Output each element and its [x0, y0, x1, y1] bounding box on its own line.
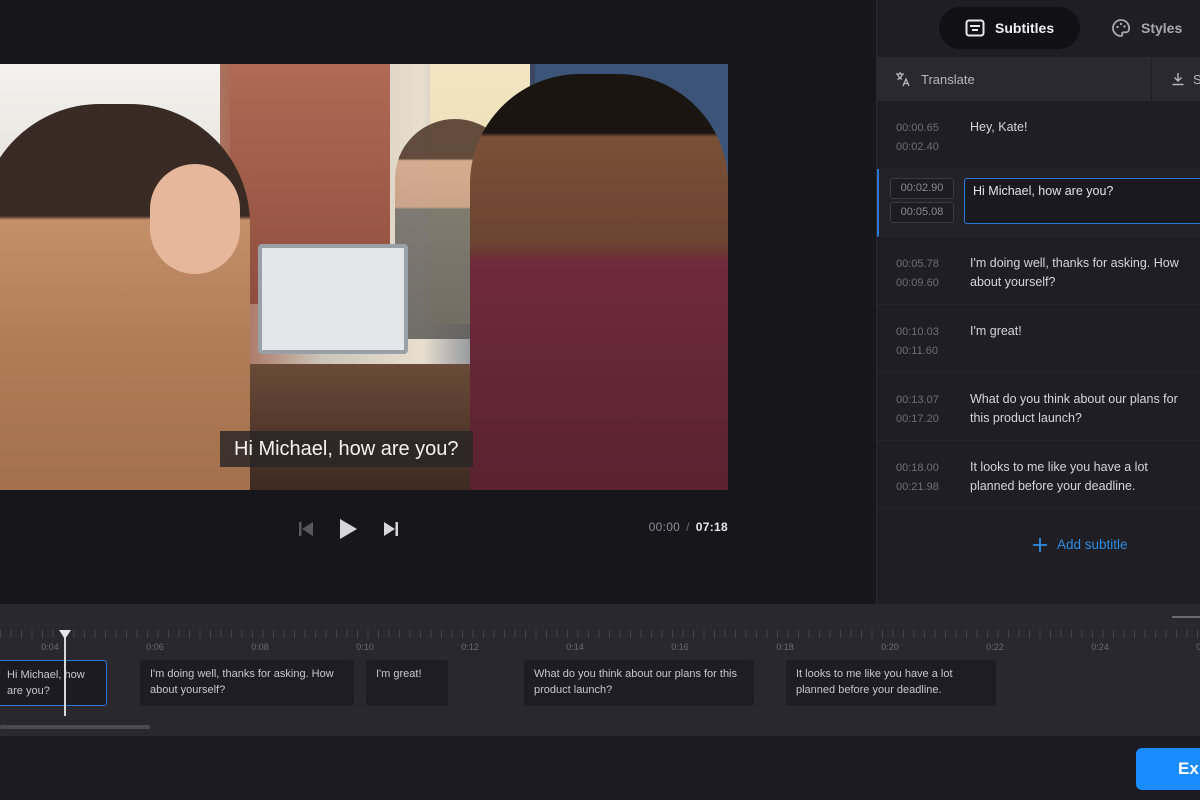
timeline-clip[interactable]: What do you think about our plans for th…	[524, 660, 754, 706]
subtitle-times: 00:02.90 00:05.08	[890, 178, 954, 226]
subtitle-times: 00:05.78 00:09.60	[896, 255, 939, 293]
add-subtitle-label: Add subtitle	[1057, 537, 1128, 552]
subtitle-text: I'm great!	[970, 324, 1022, 338]
skip-forward-icon	[384, 522, 398, 536]
subtitle-times: 00:13.07 00:17.20	[896, 391, 939, 429]
total-time: 07:18	[695, 520, 728, 534]
subtitles-icon	[965, 19, 985, 37]
video-scene-woman-face	[150, 164, 240, 274]
skip-forward-button[interactable]	[380, 518, 402, 540]
timeline-ruler[interactable]	[0, 630, 1200, 638]
subtitle-start-input[interactable]: 00:02.90	[890, 178, 954, 199]
subtitle-list: 00:00.65 00:02.40 Hey, Kate! 00:02.90 00…	[877, 101, 1200, 509]
subtitle-item[interactable]: 00:18.00 00:21.98 It looks to me like yo…	[877, 441, 1200, 509]
subtitle-end: 00:11.60	[896, 345, 939, 357]
plus-icon	[1033, 537, 1047, 552]
video-player[interactable]: Hi Michael, how are you?	[0, 64, 728, 490]
ruler-label: 0:24	[1091, 642, 1109, 652]
ruler-label: 0:14	[566, 642, 584, 652]
ruler-label: 0:22	[986, 642, 1004, 652]
ruler-label: 0:26	[1196, 642, 1200, 652]
tab-styles-label: Styles	[1141, 20, 1183, 36]
translate-button[interactable]: Translate	[895, 57, 975, 101]
timeline-clip-active[interactable]: Hi Michael, how are you?	[0, 660, 107, 706]
playhead[interactable]	[64, 632, 66, 716]
subtitle-times: 00:10.03 00:11.60	[896, 323, 939, 361]
download-button[interactable]: S	[1171, 57, 1200, 101]
caption-overlay: Hi Michael, how are you?	[220, 431, 473, 467]
time-display: 00:00 / 07:18	[649, 520, 728, 534]
panel-tabs: Subtitles Styles	[877, 0, 1200, 57]
subtitle-end: 00:09.60	[896, 277, 939, 289]
skip-back-button[interactable]	[295, 518, 317, 540]
subtitle-text-input[interactable]: Hi Michael, how are you?	[964, 178, 1200, 224]
timeline-scrollbar[interactable]	[0, 725, 150, 729]
ruler-label: 0:16	[671, 642, 689, 652]
ruler-label: 0:06	[146, 642, 164, 652]
video-area: Hi Michael, how are you? 00:00 / 07:18	[0, 0, 876, 604]
tab-subtitles-label: Subtitles	[995, 20, 1055, 36]
skip-back-icon	[299, 522, 313, 536]
subtitle-text: Hey, Kate!	[970, 120, 1028, 134]
bottom-bar: Ex	[0, 736, 1200, 800]
timeline-zoom-slider[interactable]	[1172, 616, 1200, 618]
subtitle-end: 00:17.20	[896, 413, 939, 425]
subtitle-text: It looks to me like you have a lot plann…	[970, 460, 1148, 493]
subtitle-editor: Hi Michael, how are you? 00:00 / 07:18 Sub…	[0, 0, 1200, 800]
video-scene-laptop	[258, 244, 408, 354]
subtitle-text: I'm doing well, thanks for asking. How a…	[970, 256, 1179, 289]
translate-icon	[896, 72, 910, 87]
export-button[interactable]: Ex	[1136, 748, 1200, 790]
timeline-clip[interactable]: It looks to me like you have a lot plann…	[786, 660, 996, 706]
panel-toolbar: Translate S	[877, 57, 1200, 101]
playback-controls: 00:00 / 07:18	[0, 510, 728, 546]
download-label: S	[1193, 71, 1200, 87]
play-button[interactable]	[337, 518, 359, 540]
subtitle-item-active[interactable]: 00:02.90 00:05.08 Hi Michael, how are yo…	[877, 169, 1200, 237]
subtitle-item[interactable]: 00:13.07 00:17.20 What do you think abou…	[877, 373, 1200, 441]
subtitle-item[interactable]: 00:00.65 00:02.40 Hey, Kate!	[877, 101, 1200, 169]
ruler-label: 0:10	[356, 642, 374, 652]
download-icon	[1172, 73, 1184, 86]
ruler-label: 0:04	[41, 642, 59, 652]
subtitle-start: 00:18.00	[896, 462, 939, 474]
subtitle-start: 00:05.78	[896, 258, 939, 270]
palette-icon	[1112, 19, 1130, 37]
ruler-label: 0:08	[251, 642, 269, 652]
ruler-label: 0:20	[881, 642, 899, 652]
ruler-label: 0:12	[461, 642, 479, 652]
subtitle-end: 00:21.98	[896, 481, 939, 493]
video-scene-man	[470, 74, 728, 490]
tab-styles[interactable]: Styles	[1099, 7, 1194, 49]
timeline-clip[interactable]: I'm doing well, thanks for asking. How a…	[140, 660, 354, 706]
subtitle-end: 00:02.40	[896, 141, 939, 153]
subtitle-text: What do you think about our plans for th…	[970, 392, 1178, 425]
subtitle-item[interactable]: 00:10.03 00:11.60 I'm great!	[877, 305, 1200, 373]
subtitle-times: 00:00.65 00:02.40	[896, 119, 939, 157]
timeline[interactable]: 0:04 0:06 0:08 0:10 0:12 0:14 0:16 0:18 …	[0, 604, 1200, 736]
time-separator: /	[686, 520, 690, 534]
subtitle-start: 00:13.07	[896, 394, 939, 406]
subtitle-times: 00:18.00 00:21.98	[896, 459, 939, 497]
playhead-handle[interactable]	[59, 630, 71, 639]
subtitle-start: 00:00.65	[896, 122, 939, 134]
subtitle-end-input[interactable]: 00:05.08	[890, 202, 954, 223]
tab-subtitles[interactable]: Subtitles	[939, 7, 1081, 49]
ruler-label: 0:18	[776, 642, 794, 652]
play-icon	[340, 519, 357, 539]
video-scene-woman	[0, 104, 250, 490]
subtitle-item[interactable]: 00:05.78 00:09.60 I'm doing well, thanks…	[877, 237, 1200, 305]
timeline-clip[interactable]: I'm great!	[366, 660, 448, 706]
translate-label: Translate	[921, 71, 975, 87]
toolbar-divider	[1151, 57, 1152, 101]
current-time: 00:00	[648, 520, 681, 534]
add-subtitle-button[interactable]: Add subtitle	[1033, 537, 1128, 552]
subtitles-panel: Subtitles Styles Translate S 00:00.65 00…	[876, 0, 1200, 604]
subtitle-start: 00:10.03	[896, 326, 939, 338]
